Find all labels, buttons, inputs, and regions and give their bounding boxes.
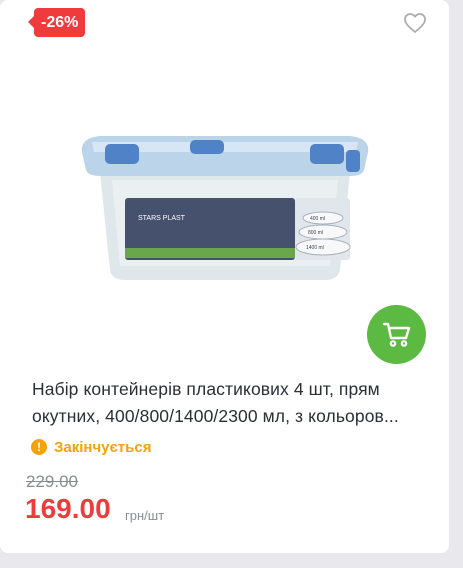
current-price: 169.00 bbox=[25, 493, 111, 524]
heart-outline-icon[interactable] bbox=[403, 12, 427, 34]
discount-badge: -26% bbox=[27, 8, 86, 37]
add-to-cart-button[interactable] bbox=[367, 305, 426, 364]
box-size-label: 1400 ml bbox=[306, 245, 324, 251]
product-image[interactable]: STARS PLAST 400 ml 800 ml 1400 ml bbox=[70, 120, 380, 285]
exclamation-icon: ! bbox=[31, 439, 47, 455]
stock-status-label: Закінчується bbox=[54, 438, 152, 456]
cart-icon bbox=[382, 322, 411, 347]
product-title-line: окутних, 400/800/1400/2300 мл, з кольоро… bbox=[32, 406, 399, 426]
box-size-label: 800 ml bbox=[308, 230, 323, 236]
stock-status: ! Закінчується bbox=[31, 437, 151, 457]
old-price: 229.00 bbox=[26, 472, 78, 491]
product-title[interactable]: Набір контейнерів пластикових 4 шт, прям… bbox=[32, 376, 437, 430]
product-card[interactable]: -26% STARS PLAST 400 ml 800 ml 1400 ml Н… bbox=[0, 0, 449, 553]
product-title-line: Набір контейнерів пластикових 4 шт, прям bbox=[32, 379, 380, 399]
price-unit: грн/шт bbox=[125, 508, 165, 523]
box-brand-text: STARS PLAST bbox=[138, 215, 186, 222]
box-size-label: 400 ml bbox=[310, 216, 325, 222]
